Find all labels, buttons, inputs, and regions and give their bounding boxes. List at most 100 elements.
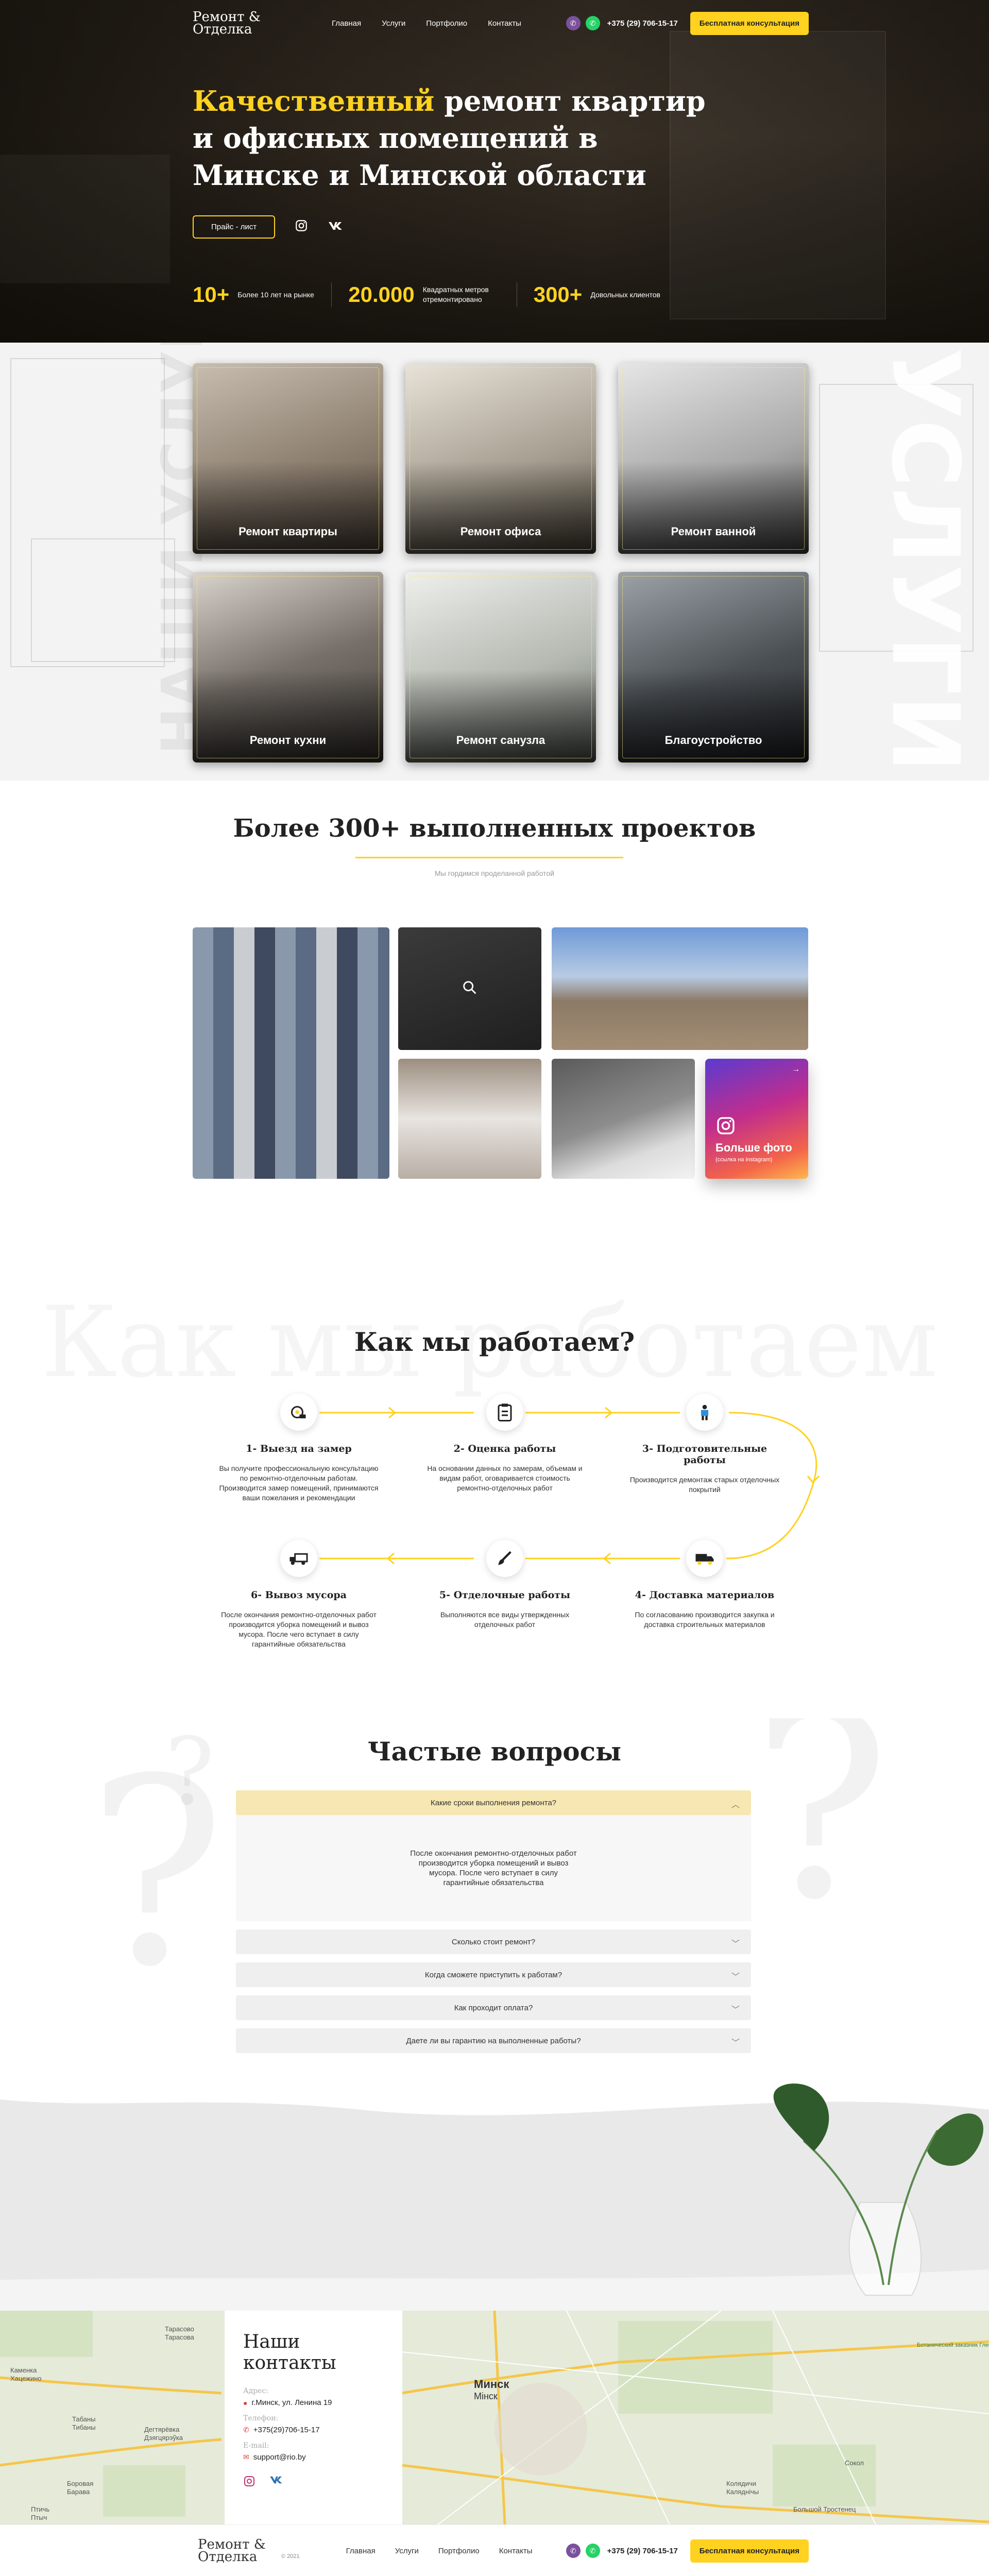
step-3: 3- Подготовительные работы Производится …: [622, 1394, 787, 1495]
projects-title: Более 300+ выполненных проектов: [233, 814, 756, 843]
project-photo[interactable]: [552, 927, 808, 1050]
nav-link-contacts[interactable]: Контакты: [488, 19, 521, 28]
project-photo[interactable]: [552, 1059, 695, 1179]
footer-link-portfolio[interactable]: Портфолио: [438, 2547, 480, 2555]
map[interactable]: Тарасово Тарасова Каменка Хацежино Табан…: [0, 2311, 989, 2524]
faq-question[interactable]: Как проходит оплата? ﹀: [236, 1995, 751, 2020]
address-label: Адрес:: [243, 2387, 269, 2395]
stat-value: 20.000: [348, 282, 415, 307]
stat-meters: 20.000 Квадратных метров отремонтировано: [348, 282, 517, 307]
footer-phone-link[interactable]: +375 (29) 706-15-17: [607, 2547, 678, 2555]
stat-value: 300+: [533, 282, 583, 307]
viber-icon[interactable]: ✆: [566, 2544, 581, 2558]
faq-question-text: Как проходит оплата?: [454, 2003, 533, 2012]
map-label: Дегтярёвка: [144, 2426, 180, 2433]
footer-copyright: © 2021: [281, 2553, 300, 2560]
faq-list: Какие сроки выполнения ремонта? ︿ После …: [236, 1790, 751, 2061]
service-card-apartment[interactable]: Ремонт квартиры: [193, 363, 383, 554]
card-frame: [622, 576, 805, 758]
contacts-section: Тарасово Тарасова Каменка Хацежино Табан…: [0, 2311, 989, 2524]
logo[interactable]: Ремонт & Отделка: [193, 10, 270, 36]
services-section: НАШИ УСЛУГИ УСЛУГИ Ремонт квартиры Ремон…: [0, 343, 989, 781]
chevron-up-icon: ︿: [731, 1801, 740, 1809]
stat-clients: 300+ Довольных клиентов: [534, 282, 685, 307]
step-title: 6- Вывоз мусора: [251, 1589, 347, 1601]
nav-right: ✆ ✆ +375 (29) 706-15-17 Бесплатная консу…: [566, 11, 809, 35]
nav-link-portfolio[interactable]: Портфолио: [426, 19, 467, 28]
map-label: Птичь: [31, 2505, 49, 2513]
hero-title: Качественный ремонт квартир и офисных по…: [193, 82, 708, 194]
faq-question-text: Когда сможете приступить к работам?: [424, 1970, 562, 1979]
whatsapp-icon[interactable]: ✆: [585, 16, 600, 30]
faq-question-text: Даете ли вы гарантию на выполненные рабо…: [406, 2036, 581, 2045]
phone-label: Телефон:: [243, 2414, 279, 2422]
instagram-icon[interactable]: [243, 2475, 255, 2490]
stat-text: Довольных клиентов: [590, 290, 660, 299]
step-2: 2- Оценка работы На основании данных по …: [422, 1394, 587, 1493]
garbage-truck-icon: [280, 1540, 317, 1577]
service-card-toilet[interactable]: Ремонт санузла: [405, 572, 596, 762]
faq-question-open[interactable]: Какие сроки выполнения ремонта? ︿: [236, 1790, 751, 1815]
footer-link-services[interactable]: Услуги: [395, 2547, 419, 2555]
faq-question-text: Какие сроки выполнения ремонта?: [430, 1798, 557, 1807]
map-label: Ботанический заказник Глебовка: [917, 2342, 989, 2348]
nav-link-services[interactable]: Услуги: [382, 19, 405, 28]
contact-email-link[interactable]: support@rio.by: [253, 2453, 306, 2462]
service-card-label: Ремонт квартиры: [238, 525, 337, 538]
faq-question-text: Сколько стоит ремонт?: [451, 1937, 536, 1946]
footer-link-contacts[interactable]: Контакты: [499, 2547, 533, 2555]
service-card-office[interactable]: Ремонт офиса: [405, 363, 596, 554]
more-photo-label: Больше фото: [715, 1141, 792, 1154]
map-label: Табаны: [72, 2415, 96, 2423]
service-card-kitchen[interactable]: Ремонт кухни: [193, 572, 383, 762]
faq-question[interactable]: Сколько стоит ремонт? ﹀: [236, 1929, 751, 1954]
nav-link-home[interactable]: Главная: [332, 19, 361, 28]
clipboard-icon: [486, 1394, 523, 1431]
footer-nav: Главная Услуги Портфолио Контакты: [346, 2547, 533, 2555]
faq-question[interactable]: Даете ли вы гарантию на выполненные рабо…: [236, 2028, 751, 2053]
more-photo-sublabel: (ссылка на instagram): [715, 1157, 773, 1163]
measure-icon: [280, 1394, 317, 1431]
service-card-label: Ремонт офиса: [460, 525, 541, 538]
footer-link-home[interactable]: Главная: [346, 2547, 376, 2555]
vk-icon[interactable]: [269, 2475, 283, 2490]
whatsapp-icon[interactable]: ✆: [585, 2544, 600, 2558]
projects-subtitle: Мы гордимся проделанной работой: [435, 869, 554, 877]
project-photo[interactable]: [398, 1059, 541, 1179]
header-phone-link[interactable]: +375 (29) 706-15-17: [607, 19, 678, 28]
search-icon: [461, 979, 479, 999]
map-label: Дзягцярэўка: [144, 2434, 183, 2442]
instagram-more-photos-card[interactable]: → Больше фото (ссылка на instagram): [705, 1059, 808, 1179]
step-title: 3- Подготовительные работы: [642, 1443, 768, 1466]
contacts-social: [243, 2475, 384, 2490]
service-card-landscaping[interactable]: Благоустройство: [618, 572, 809, 762]
card-frame: [410, 576, 592, 758]
project-photo[interactable]: [398, 927, 541, 1050]
vk-icon[interactable]: [328, 221, 343, 234]
service-card-bathroom[interactable]: Ремонт ванной: [618, 363, 809, 554]
consultation-button[interactable]: Бесплатная консультация: [690, 11, 809, 35]
map-label: Каляднічы: [726, 2488, 759, 2496]
project-photo[interactable]: [193, 927, 389, 1179]
service-card-label: Ремонт санузла: [456, 734, 545, 747]
price-list-button[interactable]: Прайс - лист: [193, 215, 276, 239]
footer-logo[interactable]: Ремонт & Отделка: [198, 2538, 275, 2564]
arrow-right-icon: →: [792, 1065, 800, 1074]
truck-icon: [686, 1540, 723, 1577]
map-label: Большой Тростенец: [793, 2505, 856, 2513]
service-card-label: Ремонт кухни: [249, 734, 327, 747]
map-pin-icon: ●: [243, 2398, 248, 2407]
contacts-title: Наши контакты: [243, 2331, 336, 2374]
faq-section: ? ? ? Частые вопросы Какие сроки выполне…: [0, 1718, 989, 2079]
instagram-icon[interactable]: [295, 219, 308, 235]
viber-icon[interactable]: ✆: [566, 16, 581, 30]
step-title: 5- Отделочные работы: [439, 1589, 571, 1601]
card-frame: [622, 367, 805, 550]
footer-consultation-button[interactable]: Бесплатная консультация: [690, 2539, 809, 2563]
plant-banner: [0, 2079, 989, 2311]
faq-question[interactable]: Когда сможете приступить к работам? ﹀: [236, 1962, 751, 1987]
service-card-label: Благоустройство: [664, 734, 762, 747]
contact-phone-link[interactable]: +375(29)706-15-17: [253, 2426, 320, 2434]
how-we-work-section: Как мы работаем Как мы работаем? 1- Выез…: [0, 1224, 989, 1718]
stat-text: Более 10 лет на рынке: [237, 290, 314, 299]
